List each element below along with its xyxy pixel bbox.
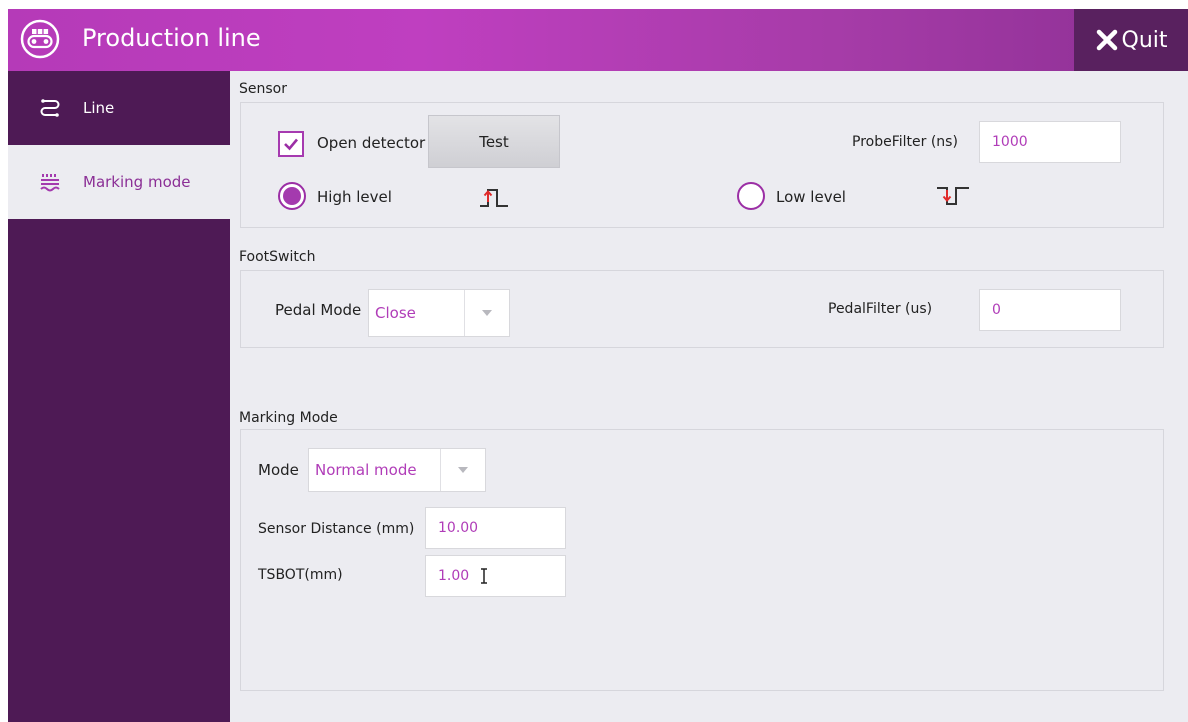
quit-button[interactable]: Quit (1074, 9, 1188, 71)
sidebar-item-label: Marking mode (83, 173, 191, 191)
chevron-down-icon (440, 449, 485, 491)
route-icon (38, 96, 62, 120)
sidebar-item-label: Line (83, 99, 115, 117)
chevron-down-icon (464, 290, 509, 336)
pedal-filter-input[interactable]: 0 (979, 289, 1121, 331)
high-level-label: High level (317, 188, 392, 206)
sensor-section-title: Sensor (239, 81, 287, 97)
footswitch-panel: Pedal Mode Close PedalFilter (us) 0 (240, 270, 1164, 348)
sensor-panel: Open detector Test ProbeFilter (ns) 1000… (240, 102, 1164, 228)
probe-filter-label: ProbeFilter (ns) (852, 134, 958, 150)
radio-selected-dot (283, 187, 301, 205)
sensor-distance-input[interactable]: 10.00 (425, 507, 566, 549)
app-title: Production line (82, 24, 261, 52)
mode-label: Mode (258, 461, 299, 479)
close-icon (1096, 29, 1117, 51)
app-window: Production line Quit Line Marking mode S… (8, 9, 1188, 722)
open-detector-label: Open detector (317, 134, 426, 152)
high-level-radio[interactable] (278, 182, 306, 210)
checkmark-icon (284, 138, 298, 151)
sidebar: Line Marking mode (8, 71, 230, 722)
pedal-mode-label: Pedal Mode (275, 301, 362, 319)
mode-value: Normal mode (315, 461, 417, 479)
mode-select[interactable]: Normal mode (308, 448, 486, 492)
pedal-mode-value: Close (375, 304, 416, 322)
rising-edge-icon (480, 189, 508, 207)
quit-label: Quit (1121, 27, 1168, 53)
marking-mode-panel: Mode Normal mode Sensor Distance (mm) 10… (240, 429, 1164, 691)
marking-mode-section-title: Marking Mode (239, 410, 338, 426)
text-cursor-icon (481, 568, 488, 584)
pedal-mode-select[interactable]: Close (368, 289, 510, 337)
footswitch-section-title: FootSwitch (239, 249, 316, 265)
header-bar: Production line Quit (8, 9, 1188, 71)
sensor-distance-label: Sensor Distance (mm) (258, 521, 415, 537)
falling-edge-icon (937, 187, 969, 205)
tsbot-value: 1.00 (438, 568, 470, 584)
low-level-label: Low level (776, 188, 846, 206)
pedal-filter-label: PedalFilter (us) (828, 301, 933, 317)
low-level-radio[interactable] (737, 182, 765, 210)
open-detector-checkbox[interactable] (278, 131, 304, 157)
test-button[interactable]: Test (428, 115, 560, 168)
tsbot-label: TSBOT(mm) (258, 567, 343, 583)
sidebar-item-line[interactable]: Line (8, 71, 230, 145)
tsbot-input[interactable]: 1.00 (425, 555, 566, 597)
marking-mode-icon (38, 170, 62, 194)
probe-filter-input[interactable]: 1000 (979, 121, 1121, 163)
sidebar-item-marking-mode[interactable]: Marking mode (8, 145, 230, 219)
conveyor-logo-icon (20, 19, 60, 59)
